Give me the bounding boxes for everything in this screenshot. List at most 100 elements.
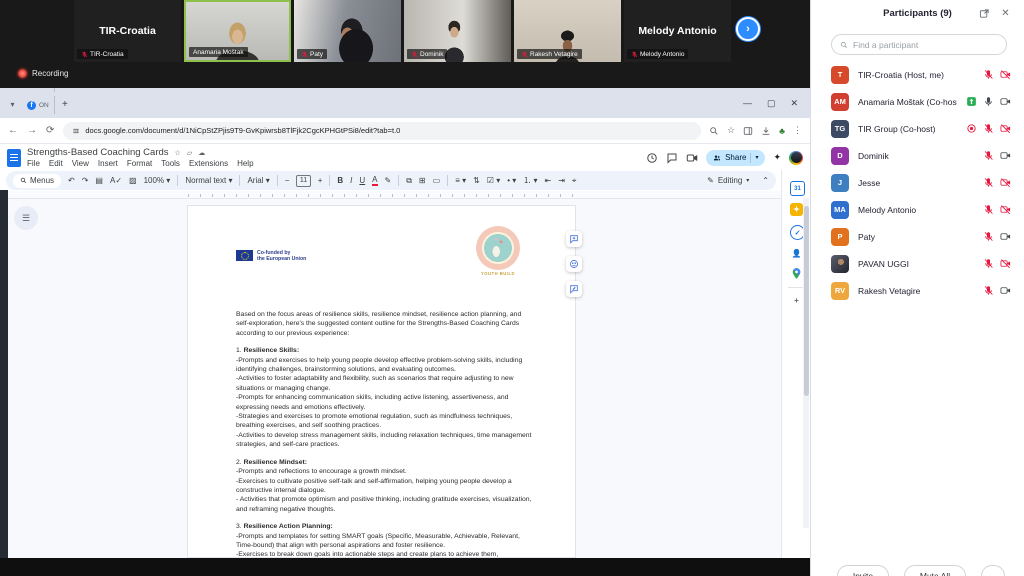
menu-insert[interactable]: Insert — [98, 159, 118, 168]
paragraph-style-select[interactable]: Normal text ▾ — [185, 176, 232, 185]
menu-view[interactable]: View — [72, 159, 89, 168]
minimize-button[interactable]: — — [743, 98, 752, 109]
suggest-edits-button[interactable] — [566, 281, 582, 297]
spell-check-button[interactable]: A✓ — [110, 176, 122, 185]
video-tile[interactable]: Paty — [294, 0, 401, 62]
paint-format-button[interactable]: ▨ — [129, 176, 137, 185]
calendar-icon[interactable]: 31 — [790, 181, 805, 196]
italic-button[interactable]: I — [350, 176, 352, 185]
print-button[interactable]: ▤ — [95, 176, 103, 185]
menu-edit[interactable]: Edit — [49, 159, 63, 168]
side-panel-icon[interactable] — [743, 126, 753, 136]
font-size-decrease[interactable]: − — [285, 176, 290, 185]
document-page[interactable]: Co-funded by the European Union YOUTH BU… — [187, 205, 576, 558]
add-emoji-reaction-button[interactable] — [566, 256, 582, 272]
font-size-input[interactable]: 11 — [296, 175, 310, 187]
next-page-videos-button[interactable]: › — [736, 17, 760, 41]
contacts-icon[interactable]: 👤 — [790, 247, 803, 260]
video-tile[interactable]: TIR-CroatiaTIR-Croatia — [74, 0, 181, 62]
address-bar[interactable]: docs.google.com/document/d/1NiCpStZPjis9… — [63, 122, 701, 140]
menu-tools[interactable]: Tools — [161, 159, 180, 168]
star-document-icon[interactable]: ☆ — [175, 149, 181, 157]
close-panel-icon[interactable]: ✕ — [1000, 8, 1011, 19]
align-button[interactable]: ≡ ▾ — [455, 176, 466, 185]
scrollbar-thumb[interactable] — [804, 206, 809, 396]
participant-search-input[interactable]: Find a participant — [831, 34, 1007, 55]
forward-button[interactable]: → — [27, 125, 37, 136]
docs-scrollbar[interactable] — [803, 198, 809, 528]
participant-row[interactable]: MAMelody Antonio — [811, 196, 1024, 223]
menu-extensions[interactable]: Extensions — [189, 159, 228, 168]
video-tile[interactable]: Melody AntonioMelody Antonio — [624, 0, 731, 62]
maximize-button[interactable]: ▢ — [767, 98, 776, 109]
line-spacing-button[interactable]: ⇅ — [473, 176, 480, 185]
close-button[interactable]: ✕ — [790, 98, 798, 109]
reload-button[interactable]: ⟳ — [46, 125, 54, 136]
insert-comment-button[interactable]: ▭ — [433, 176, 441, 185]
participant-row[interactable]: JJesse — [811, 169, 1024, 196]
bookmark-star-icon[interactable]: ☆ — [727, 125, 735, 136]
back-button[interactable]: ← — [8, 125, 18, 136]
bullet-list-button[interactable]: • ▾ — [507, 176, 516, 185]
indent-decrease-button[interactable]: ⇤ — [545, 176, 552, 185]
underline-button[interactable]: U — [359, 176, 365, 185]
share-button[interactable]: Share ▾ — [706, 150, 765, 166]
clear-format-button[interactable]: ⌖ — [572, 176, 577, 186]
font-select[interactable]: Arial ▾ — [247, 176, 269, 185]
participant-row[interactable]: PAVAN UGGI — [811, 250, 1024, 277]
add-addon-icon[interactable]: + — [790, 294, 803, 307]
redo-button[interactable]: ↷ — [82, 176, 89, 185]
video-tile[interactable]: Rakesh Vetagire — [514, 0, 621, 62]
download-icon[interactable] — [761, 126, 771, 136]
mute-all-button[interactable]: Mute All — [904, 565, 966, 576]
menu-file[interactable]: File — [27, 159, 40, 168]
numbered-list-button[interactable]: ⒈ ▾ — [523, 175, 537, 186]
insert-image-button[interactable]: ⊞ — [419, 176, 426, 185]
browser-menu-icon[interactable]: ⋮ — [793, 125, 802, 136]
extension-tree-icon[interactable]: ♣ — [779, 126, 785, 136]
indent-increase-button[interactable]: ⇥ — [558, 176, 565, 185]
gemini-icon[interactable]: ✦ — [773, 152, 781, 163]
tab-search-chevron-icon[interactable]: ▾ — [5, 97, 20, 112]
maps-icon[interactable] — [790, 267, 803, 280]
editing-mode-select[interactable]: ✎ Editing ▾ — [707, 176, 749, 185]
share-dropdown-icon[interactable]: ▾ — [755, 154, 758, 161]
participant-row[interactable]: RVRakesh Vetagire — [811, 277, 1024, 304]
present-to-meet-icon[interactable] — [686, 152, 698, 164]
pop-out-icon[interactable] — [979, 8, 990, 19]
add-comment-button[interactable] — [566, 231, 582, 247]
participant-row[interactable]: DDominik — [811, 142, 1024, 169]
new-tab-button[interactable]: + — [57, 96, 73, 112]
document-text[interactable]: Based on the focus areas of resilience s… — [236, 310, 532, 558]
video-tile[interactable]: Anamaria Moštak — [184, 0, 291, 62]
account-avatar[interactable] — [789, 151, 803, 165]
browser-tab[interactable]: fON — [22, 96, 55, 114]
participant-row[interactable]: AMAnamaria Moštak (Co-host) — [811, 88, 1024, 115]
zoom-select[interactable]: 100% ▾ — [144, 176, 171, 185]
cloud-status-icon[interactable]: ☁ — [198, 149, 205, 157]
site-info-icon[interactable] — [72, 127, 80, 135]
move-folder-icon[interactable]: ▱ — [187, 149, 192, 157]
comments-icon[interactable] — [666, 152, 678, 164]
menu-format[interactable]: Format — [127, 159, 152, 168]
font-size-increase[interactable]: + — [318, 176, 323, 185]
document-outline-button[interactable]: ☰ — [14, 206, 38, 230]
insert-link-button[interactable]: ⧉ — [406, 176, 412, 186]
collapse-toolbar-button[interactable]: ⌃ — [762, 176, 769, 185]
participant-row[interactable]: TTIR-Croatia (Host, me) — [811, 61, 1024, 88]
menus-search-button[interactable]: Menus — [13, 174, 61, 188]
video-tile[interactable]: Dominik — [404, 0, 511, 62]
checklist-button[interactable]: ☑ ▾ — [487, 176, 500, 185]
text-color-button[interactable]: A — [372, 175, 377, 186]
version-history-icon[interactable] — [646, 152, 658, 164]
participant-row[interactable]: TGTIR Group (Co-host) — [811, 115, 1024, 142]
more-options-button[interactable]: ⋯ — [981, 565, 1005, 576]
google-docs-icon[interactable] — [7, 149, 21, 167]
undo-button[interactable]: ↶ — [68, 176, 75, 185]
invite-button[interactable]: Invite — [837, 565, 889, 576]
highlight-button[interactable]: ✎ — [385, 176, 392, 185]
participant-row[interactable]: PPaty — [811, 223, 1024, 250]
keep-icon[interactable]: ✦ — [790, 203, 803, 216]
document-title[interactable]: Strengths-Based Coaching Cards — [27, 147, 169, 158]
zoom-page-icon[interactable] — [709, 126, 719, 136]
